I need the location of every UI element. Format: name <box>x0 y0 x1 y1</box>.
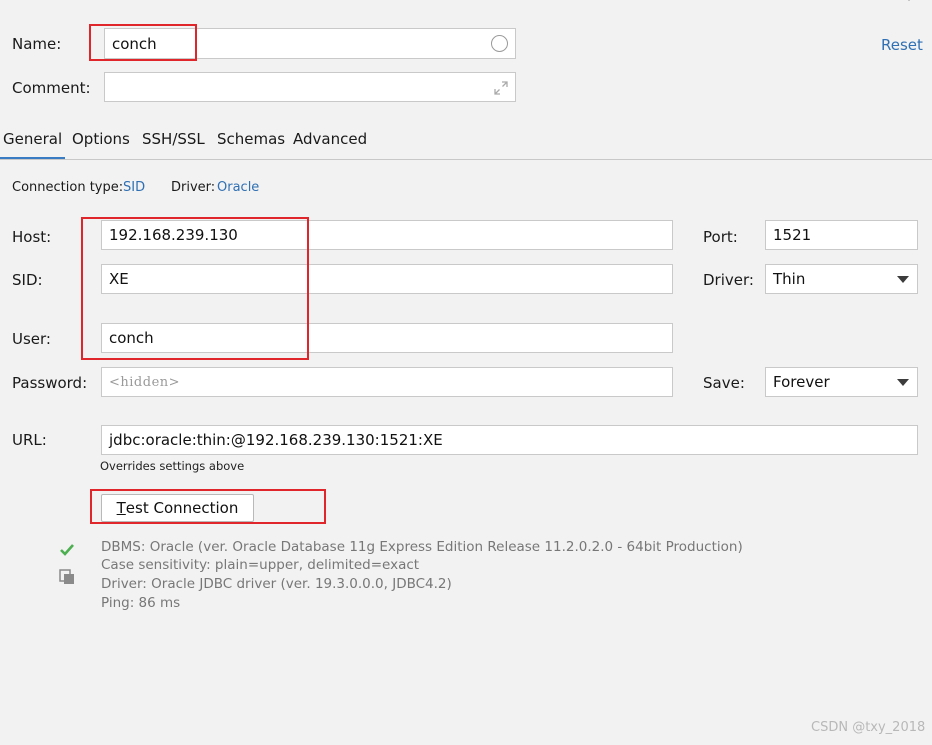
user-input[interactable]: conch <box>101 323 673 353</box>
url-value: jdbc:oracle:thin:@192.168.239.130:1521:X… <box>109 431 443 449</box>
expand-icon[interactable] <box>493 80 509 100</box>
url-hint: Overrides settings above <box>100 459 245 473</box>
test-button-label: est Connection <box>125 499 239 517</box>
user-value: conch <box>109 329 154 347</box>
driver-select[interactable]: Thin <box>765 264 918 294</box>
result-driver: Driver: Oracle JDBC driver (ver. 19.3.0.… <box>101 576 452 592</box>
sid-label: SID: <box>12 271 43 289</box>
tab-advanced[interactable]: Advanced <box>293 130 367 148</box>
driver-select-label: Driver: <box>703 271 754 289</box>
test-button-mnemonic: T <box>116 499 126 517</box>
host-value: 192.168.239.130 <box>109 226 238 244</box>
name-value: conch <box>112 34 157 53</box>
comment-label: Comment: <box>12 79 91 97</box>
name-input[interactable]: conch <box>104 28 516 59</box>
user-label: User: <box>12 330 51 348</box>
port-input[interactable]: 1521 <box>765 220 918 250</box>
password-label: Password: <box>12 374 88 392</box>
driver-link[interactable]: Oracle <box>217 180 259 195</box>
close-icon[interactable] <box>899 0 917 6</box>
host-label: Host: <box>12 228 52 246</box>
save-select[interactable]: Forever <box>765 367 918 397</box>
comment-input[interactable] <box>104 72 516 102</box>
port-label: Port: <box>703 228 738 246</box>
tab-ssh-ssl[interactable]: SSH/SSL <box>142 130 205 148</box>
driver-label: Driver: <box>171 180 216 195</box>
port-value: 1521 <box>773 226 812 244</box>
tab-schemas[interactable]: Schemas <box>217 130 285 148</box>
tab-divider <box>0 159 932 160</box>
connection-type-link[interactable]: SID <box>123 180 145 195</box>
save-select-value: Forever <box>773 373 830 391</box>
chevron-down-icon <box>897 379 909 386</box>
save-label: Save: <box>703 374 745 392</box>
result-dbms: DBMS: Oracle (ver. Oracle Database 11g E… <box>101 539 743 555</box>
test-connection-button[interactable]: Test Connection <box>101 494 254 522</box>
chevron-down-icon <box>897 276 909 283</box>
password-placeholder: <hidden> <box>109 374 181 390</box>
tab-general[interactable]: General <box>3 130 62 148</box>
sid-value: XE <box>109 270 129 288</box>
check-icon <box>59 542 75 561</box>
url-input[interactable]: jdbc:oracle:thin:@192.168.239.130:1521:X… <box>101 425 918 455</box>
reset-link[interactable]: Reset <box>881 36 923 54</box>
tab-options[interactable]: Options <box>72 130 130 148</box>
copy-icon[interactable] <box>59 569 75 589</box>
sid-input[interactable]: XE <box>101 264 673 294</box>
status-circle-icon <box>491 35 508 52</box>
password-input[interactable]: <hidden> <box>101 367 673 397</box>
driver-select-value: Thin <box>773 270 806 288</box>
result-ping: Ping: 86 ms <box>101 595 181 611</box>
name-label: Name: <box>12 35 62 53</box>
url-label: URL: <box>12 431 47 449</box>
result-case-sensitivity: Case sensitivity: plain=upper, delimited… <box>101 557 420 573</box>
watermark: CSDN @txy_2018 <box>811 720 926 735</box>
connection-type-label: Connection type: <box>12 180 124 195</box>
host-input[interactable]: 192.168.239.130 <box>101 220 673 250</box>
